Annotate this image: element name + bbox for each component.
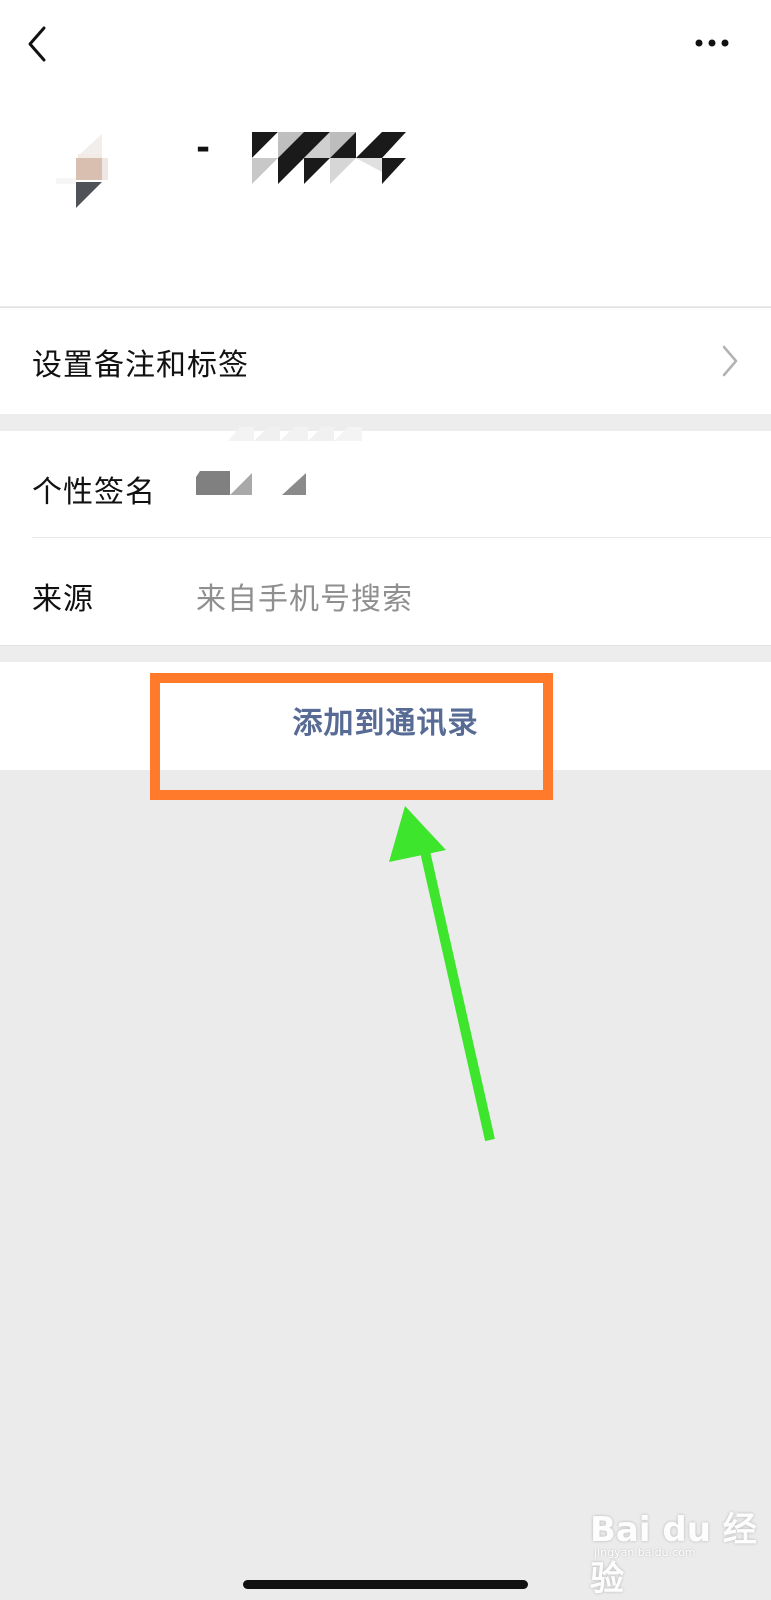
watermark: Bai du 经验 jingyan.baidu.com [590,1502,760,1599]
arrow-annotation [389,806,495,1142]
watermark-sub: jingyan.baidu.com [594,1546,696,1559]
home-indicator[interactable] [243,1580,528,1589]
